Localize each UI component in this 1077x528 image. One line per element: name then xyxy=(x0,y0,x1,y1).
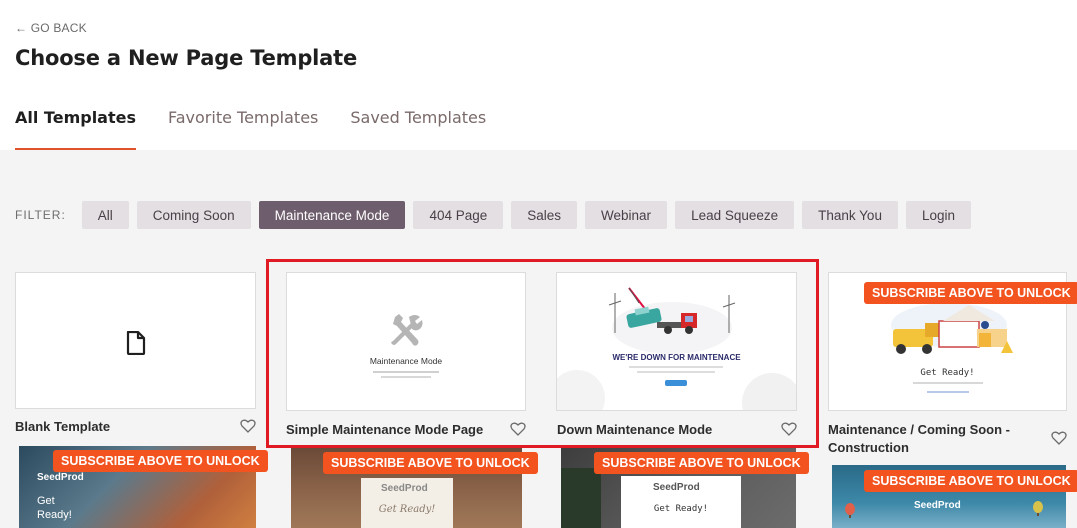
preview-heading: Maintenance Mode xyxy=(369,356,443,366)
tab-all-templates[interactable]: All Templates xyxy=(15,108,136,150)
document-icon xyxy=(126,331,146,355)
template-title-blank: Blank Template xyxy=(15,419,111,434)
preview-heading: Get Ready! xyxy=(920,368,975,378)
go-back-link[interactable]: ← GO BACK xyxy=(15,21,87,35)
seedprod-logo: SeedProd xyxy=(653,482,700,493)
favorite-heart-icon[interactable] xyxy=(240,419,256,433)
filter-sales[interactable]: Sales xyxy=(511,201,578,229)
preview-line xyxy=(927,391,969,393)
tab-saved-templates[interactable]: Saved Templates xyxy=(350,108,486,150)
preview-heading: Get Ready! xyxy=(378,504,436,515)
preview-line xyxy=(381,376,431,378)
unlock-badge[interactable]: SUBSCRIBE ABOVE TO UNLOCK xyxy=(864,282,1077,304)
unlock-badge[interactable]: SUBSCRIBE ABOVE TO UNLOCK xyxy=(53,450,268,472)
template-thumb-blank[interactable] xyxy=(15,272,256,409)
seedprod-logo: SeedProd xyxy=(381,483,428,494)
filter-404-page[interactable]: 404 Page xyxy=(413,201,504,229)
seedprod-logo: SeedProd xyxy=(914,500,961,511)
favorite-heart-icon[interactable] xyxy=(1051,431,1067,445)
balloon-icon xyxy=(1033,501,1043,516)
preview-line xyxy=(913,382,983,384)
filter-lead-squeeze[interactable]: Lead Squeeze xyxy=(675,201,795,229)
favorite-heart-icon[interactable] xyxy=(510,422,526,436)
page-title: Choose a New Page Template xyxy=(15,46,358,70)
template-title-construction: Maintenance / Coming Soon - Construction xyxy=(828,422,1011,455)
filter-maintenance-mode[interactable]: Maintenance Mode xyxy=(258,201,406,229)
template-thumb-down-maintenance[interactable]: WE'RE DOWN FOR MAINTENACE xyxy=(556,272,797,411)
filter-thank-you[interactable]: Thank You xyxy=(802,201,898,229)
preview-notebook xyxy=(561,468,601,528)
unlock-badge[interactable]: SUBSCRIBE ABOVE TO UNLOCK xyxy=(864,470,1077,492)
preview-heading: WE'RE DOWN FOR MAINTENACE xyxy=(612,353,741,362)
tow-truck-illustration xyxy=(557,287,796,410)
page-header: ← GO BACK Choose a New Page Template All… xyxy=(0,0,1077,150)
favorite-heart-icon[interactable] xyxy=(781,422,797,436)
filter-label: FILTER: xyxy=(15,208,66,222)
filter-webinar[interactable]: Webinar xyxy=(585,201,668,229)
balloon-icon xyxy=(845,503,855,518)
tab-favorite-templates[interactable]: Favorite Templates xyxy=(168,108,318,150)
filter-login[interactable]: Login xyxy=(905,201,971,229)
preview-heading: Get Ready! xyxy=(37,495,72,521)
filter-all[interactable]: All xyxy=(81,201,129,229)
unlock-badge[interactable]: SUBSCRIBE ABOVE TO UNLOCK xyxy=(594,452,809,474)
filter-bar: FILTER: All Coming Soon Maintenance Mode… xyxy=(15,201,979,229)
template-title-simple-maintenance: Simple Maintenance Mode Page xyxy=(286,422,484,437)
template-tabs: All Templates Favorite Templates Saved T… xyxy=(15,108,518,150)
preview-heading: Get Ready! xyxy=(653,504,709,514)
preview-line xyxy=(373,371,439,373)
template-thumb-simple-maintenance[interactable]: Maintenance Mode xyxy=(286,272,526,411)
unlock-badge[interactable]: SUBSCRIBE ABOVE TO UNLOCK xyxy=(323,452,538,474)
template-title-down-maintenance: Down Maintenance Mode xyxy=(557,422,713,437)
filter-coming-soon[interactable]: Coming Soon xyxy=(136,201,251,229)
tools-icon xyxy=(391,314,423,346)
seedprod-logo: SeedProd xyxy=(37,472,84,483)
